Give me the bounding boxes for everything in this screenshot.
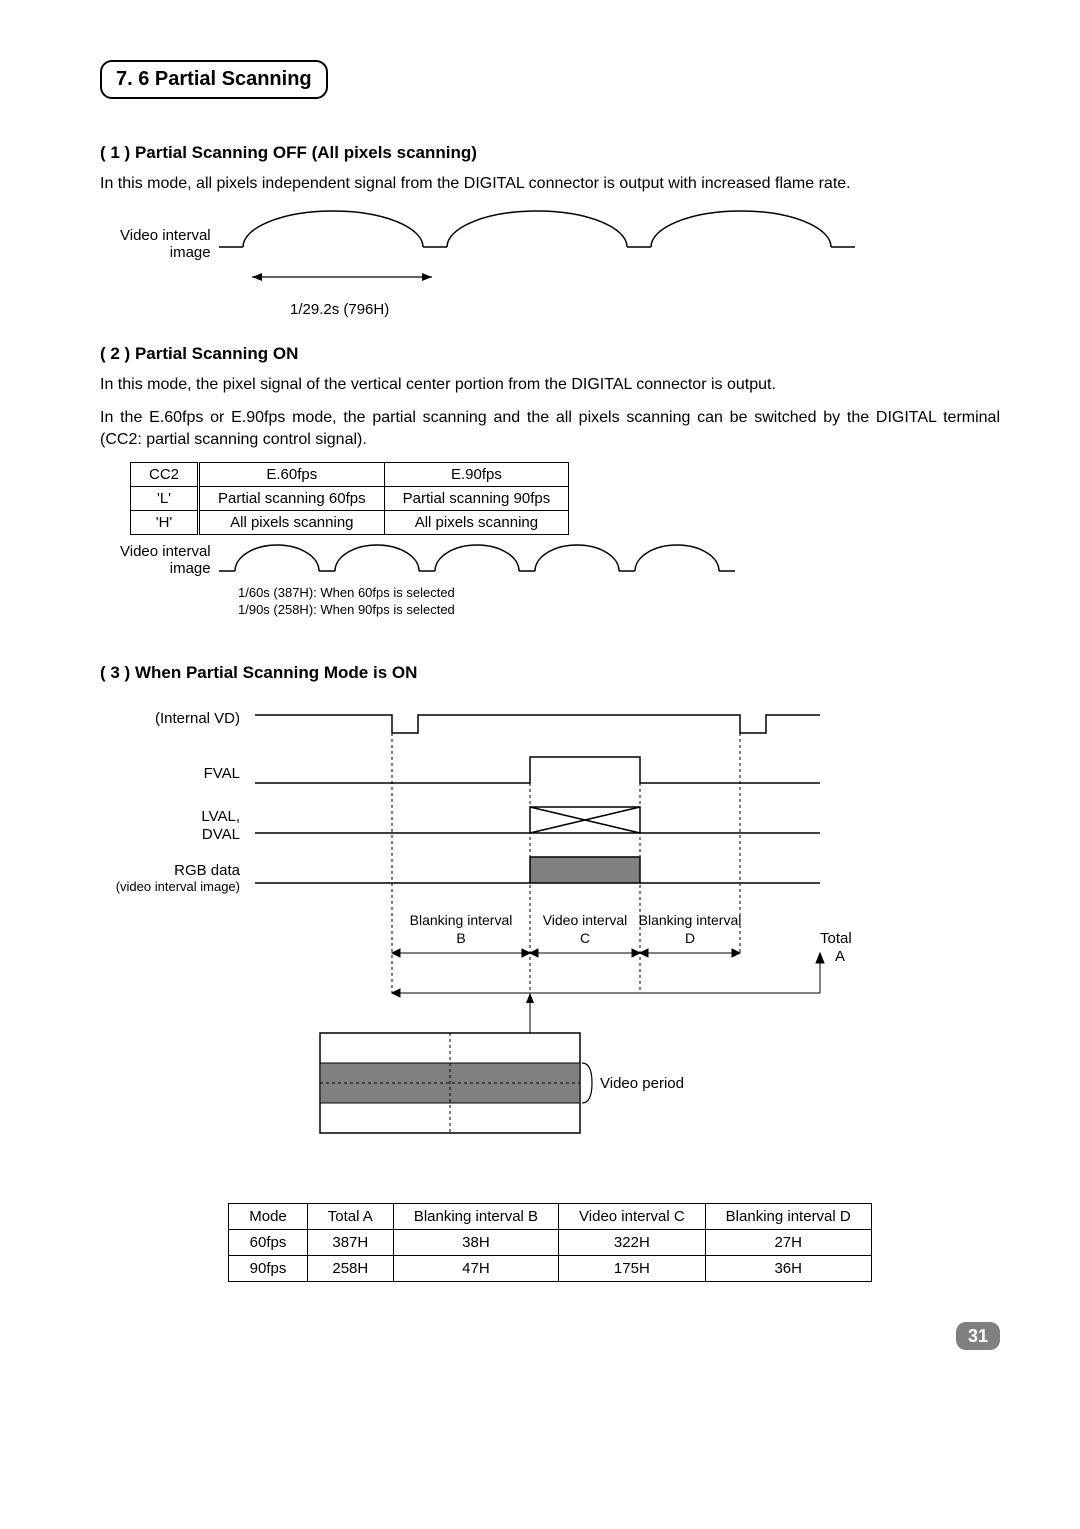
lbl-dval: DVAL (202, 826, 240, 843)
page-number: 31 (956, 1322, 1000, 1350)
fig1-timing: 1/29.2s (796H) (290, 301, 1000, 318)
lbl-internal-vd: (Internal VD) (155, 710, 240, 727)
mt-r1c0: 90fps (229, 1256, 308, 1282)
mt-r1c1: 258H (307, 1256, 393, 1282)
cc2-r1c1: All pixels scanning (199, 511, 385, 535)
cc2-table: CC2 E.60fps E.90fps 'L' Partial scanning… (130, 462, 569, 535)
para-2a: In this mode, the pixel signal of the ve… (100, 374, 1000, 396)
cc2-h2: E.90fps (384, 463, 569, 487)
fig2-arcs (219, 541, 779, 581)
lbl-fval: FVAL (204, 765, 240, 782)
mt-h0: Mode (229, 1204, 308, 1230)
mt-h4: Blanking interval D (705, 1204, 871, 1230)
mt-r0c4: 27H (705, 1230, 871, 1256)
page-number-badge: 31 (100, 1322, 1000, 1350)
fig2-timing2: 1/90s (258H): When 90fps is selected (238, 602, 1000, 619)
para-1: In this mode, all pixels independent sig… (100, 173, 1000, 195)
figure-2: Video interval image 1/60s (387H): When … (120, 541, 1000, 619)
cc2-r0c0: 'L' (131, 487, 199, 511)
mt-h2: Blanking interval B (393, 1204, 558, 1230)
lbl-rgb: RGB data (174, 862, 241, 879)
mt-h1: Total A (307, 1204, 393, 1230)
subheading-1: ( 1 ) Partial Scanning OFF (All pixels s… (100, 143, 1000, 163)
fig1-video-interval-label: Video interval (120, 227, 211, 244)
cc2-r1c0: 'H' (131, 511, 199, 535)
figure-1: Video interval image 1/29.2s (796H) (120, 207, 1000, 318)
mt-r1c2: 47H (393, 1256, 558, 1282)
svg-text:Video period: Video period (600, 1075, 684, 1092)
svg-text:Video interval: Video interval (543, 912, 628, 928)
svg-text:A: A (835, 948, 845, 965)
mt-r0c0: 60fps (229, 1230, 308, 1256)
cc2-r0c2: Partial scanning 90fps (384, 487, 569, 511)
mt-r0c1: 387H (307, 1230, 393, 1256)
cc2-h1: E.60fps (199, 463, 385, 487)
mt-r0c2: 38H (393, 1230, 558, 1256)
subheading-3: ( 3 ) When Partial Scanning Mode is ON (100, 663, 1000, 683)
svg-text:Total: Total (820, 930, 852, 947)
mt-r0c3: 322H (559, 1230, 706, 1256)
section-title: 7. 6 Partial Scanning (100, 60, 328, 99)
cc2-h0: CC2 (131, 463, 199, 487)
mt-r1c3: 175H (559, 1256, 706, 1282)
svg-text:Blanking interval: Blanking interval (639, 912, 742, 928)
fig1-arcs (219, 207, 859, 267)
svg-text:C: C (580, 930, 590, 946)
mode-table: Mode Total A Blanking interval B Video i… (228, 1203, 871, 1282)
lbl-lval: LVAL, (201, 808, 240, 825)
lbl-video-sub: (video interval image) (116, 879, 240, 894)
cc2-r1c2: All pixels scanning (384, 511, 569, 535)
svg-text:Blanking interval: Blanking interval (410, 912, 513, 928)
fig1-arrow (228, 267, 1028, 301)
fig2-video-interval-label: Video interval (120, 543, 211, 560)
svg-text:D: D (685, 930, 695, 946)
svg-text:B: B (456, 930, 465, 946)
mt-r1c4: 36H (705, 1256, 871, 1282)
cc2-r0c1: Partial scanning 60fps (199, 487, 385, 511)
subheading-2: ( 2 ) Partial Scanning ON (100, 344, 1000, 364)
fig1-image-label: image (120, 244, 211, 261)
fig2-timing1: 1/60s (387H): When 60fps is selected (238, 585, 1000, 602)
mt-h3: Video interval C (559, 1204, 706, 1230)
fig2-image-label: image (120, 560, 211, 577)
timing-diagram: (Internal VD) FVAL LVAL, DVAL RGB data (… (100, 693, 1000, 1183)
para-2b: In the E.60fps or E.90fps mode, the part… (100, 407, 1000, 450)
